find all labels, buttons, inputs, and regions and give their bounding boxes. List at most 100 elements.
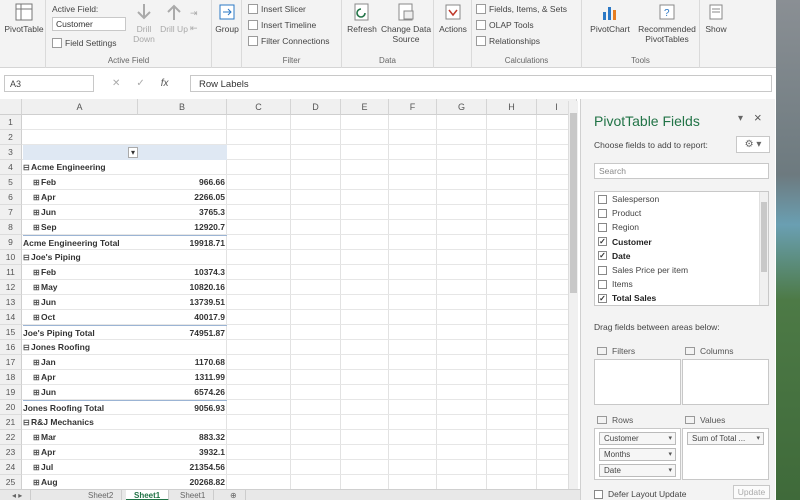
field-settings-button[interactable]: Field Settings [52, 36, 117, 50]
expand-icon[interactable]: ⊞ [33, 460, 41, 475]
row-header[interactable]: 9 [0, 235, 22, 250]
row-header[interactable]: 17 [0, 355, 22, 370]
cell-value[interactable]: 21354.56 [139, 460, 227, 475]
cell-value[interactable]: 9056.93 [139, 400, 227, 415]
column-header-a[interactable]: A [22, 99, 138, 115]
rows-area[interactable]: Customer ▾ Months ▾ Date ▾ [594, 428, 681, 480]
field-item[interactable]: Sales Price per item [595, 263, 768, 277]
row-header[interactable]: 2 [0, 130, 22, 145]
chip-dropdown-icon[interactable]: ▾ [668, 450, 672, 458]
cell[interactable] [23, 115, 138, 130]
expand-icon[interactable]: ⊞ [33, 190, 41, 205]
field-item[interactable]: ✓ Total Sales [595, 291, 768, 305]
item-row-label[interactable]: ⊞Sep [23, 220, 138, 235]
change-data-source-button[interactable]: Change Data Source [380, 2, 432, 44]
fields-items-sets-button[interactable]: Fields, Items, & Sets [476, 2, 567, 16]
group-row-label[interactable]: ⊟Joe's Piping [23, 250, 138, 265]
cell-value[interactable] [139, 415, 227, 430]
sheet-tab[interactable]: Sheet2 [80, 490, 123, 500]
row-header[interactable]: 22 [0, 430, 22, 445]
expand-icon[interactable]: ⊞ [33, 205, 41, 220]
row-header[interactable]: 20 [0, 400, 22, 415]
cancel-icon[interactable]: ✕ [112, 78, 120, 89]
sheet-tab[interactable]: Sheet1 [126, 490, 170, 500]
cell-value[interactable]: 883.32 [139, 430, 227, 445]
cell-value[interactable] [139, 340, 227, 355]
field-checkbox[interactable] [598, 194, 607, 204]
row-header[interactable]: 14 [0, 310, 22, 325]
row-field-chip[interactable]: Date ▾ [599, 464, 676, 477]
recommended-pivottables-button[interactable]: ? Recommended PivotTables [636, 2, 698, 44]
cell-value[interactable]: 10820.16 [139, 280, 227, 295]
pivottable-button[interactable]: PivotTable [4, 2, 44, 34]
filters-area[interactable] [594, 359, 681, 405]
expand-icon[interactable]: ⊞ [33, 175, 41, 190]
expand-collapse-icons[interactable]: ⇥ ⇤ [190, 6, 198, 36]
column-header-d[interactable]: D [291, 99, 341, 115]
search-input[interactable]: Search [594, 163, 769, 179]
cell-value[interactable]: 3932.1 [139, 445, 227, 460]
field-checkbox[interactable]: ✓ [598, 237, 607, 247]
column-header-e[interactable]: E [341, 99, 389, 115]
olap-tools-button[interactable]: OLAP Tools [476, 18, 534, 32]
show-button[interactable]: Show [702, 2, 730, 34]
scroll-thumb[interactable] [570, 113, 577, 293]
field-item[interactable]: Product [595, 206, 768, 220]
row-header[interactable]: 8 [0, 220, 22, 235]
item-row-label[interactable]: ⊞Jan [23, 355, 138, 370]
cell-value[interactable]: 40017.9 [139, 310, 227, 325]
item-row-label[interactable]: ⊞Feb [23, 175, 138, 190]
value-field-chip[interactable]: Sum of Total ... ▾ [687, 432, 764, 445]
total-row-label[interactable]: Jones Roofing Total [23, 400, 139, 415]
row-header[interactable]: 19 [0, 385, 22, 400]
filter-dropdown-icon[interactable]: ▾ [128, 147, 138, 158]
sheet-tab[interactable]: Sheet1 [172, 490, 215, 500]
name-box[interactable]: A3 [4, 75, 94, 92]
tab-nav-arrows[interactable]: ◂ ▸ [4, 490, 32, 500]
cell-value[interactable] [139, 250, 227, 265]
column-header-b[interactable]: B [138, 99, 227, 115]
item-row-label[interactable]: ⊞Apr [23, 445, 138, 460]
total-row-label[interactable]: Acme Engineering Total [23, 235, 139, 250]
cell-value[interactable]: 2266.05 [139, 190, 227, 205]
row-header[interactable]: 7 [0, 205, 22, 220]
refresh-button[interactable]: Refresh [344, 2, 380, 34]
actions-button[interactable]: Actions [436, 2, 470, 34]
cell-value[interactable]: 20268.82 [139, 475, 227, 489]
enter-icon[interactable]: ✓ [136, 78, 144, 89]
cell-value[interactable]: 19918.71 [139, 235, 227, 250]
column-header-f[interactable]: F [389, 99, 437, 115]
update-button[interactable]: Update [733, 485, 770, 499]
item-row-label[interactable]: ⊞Jun [23, 205, 138, 220]
expand-icon[interactable]: ⊞ [33, 370, 41, 385]
cell-value[interactable] [139, 130, 227, 145]
expand-icon[interactable]: ⊞ [33, 475, 41, 489]
group-row-label[interactable]: ⊟R&J Mechanics [23, 415, 138, 430]
collapse-icon[interactable]: ⊟ [23, 415, 31, 430]
field-checkbox[interactable]: ✓ [598, 293, 607, 303]
field-item[interactable]: Region [595, 220, 768, 234]
cell-value[interactable] [139, 160, 227, 175]
field-item[interactable]: Items [595, 277, 768, 291]
cell-value[interactable]: 13739.51 [139, 295, 227, 310]
relationships-button[interactable]: Relationships [476, 34, 540, 48]
item-row-label[interactable]: ⊞Aug [23, 475, 138, 489]
cell-value[interactable]: 966.66 [139, 175, 227, 190]
item-row-label[interactable]: ⊞Apr [23, 370, 138, 385]
row-header[interactable]: 25 [0, 475, 22, 489]
field-checkbox[interactable] [598, 265, 607, 275]
cell-value[interactable]: 12920.7 [139, 220, 227, 235]
expand-icon[interactable]: ⊞ [33, 385, 41, 400]
expand-icon[interactable]: ⊞ [33, 310, 41, 325]
total-row-label[interactable]: Joe's Piping Total [23, 325, 139, 340]
fx-icon[interactable]: fx [161, 78, 169, 89]
collapse-icon[interactable]: ⊟ [23, 250, 31, 265]
add-sheet-icon[interactable]: ⊕ [222, 490, 246, 500]
row-header[interactable]: 1 [0, 115, 22, 130]
collapse-icon[interactable]: ⊟ [23, 340, 31, 355]
expand-icon[interactable]: ⊞ [33, 355, 41, 370]
field-item[interactable]: ✓ Date [595, 249, 768, 263]
vertical-scrollbar[interactable] [568, 101, 578, 489]
drill-down-button[interactable]: Drill Down [130, 2, 158, 44]
sum-header[interactable] [139, 145, 227, 160]
